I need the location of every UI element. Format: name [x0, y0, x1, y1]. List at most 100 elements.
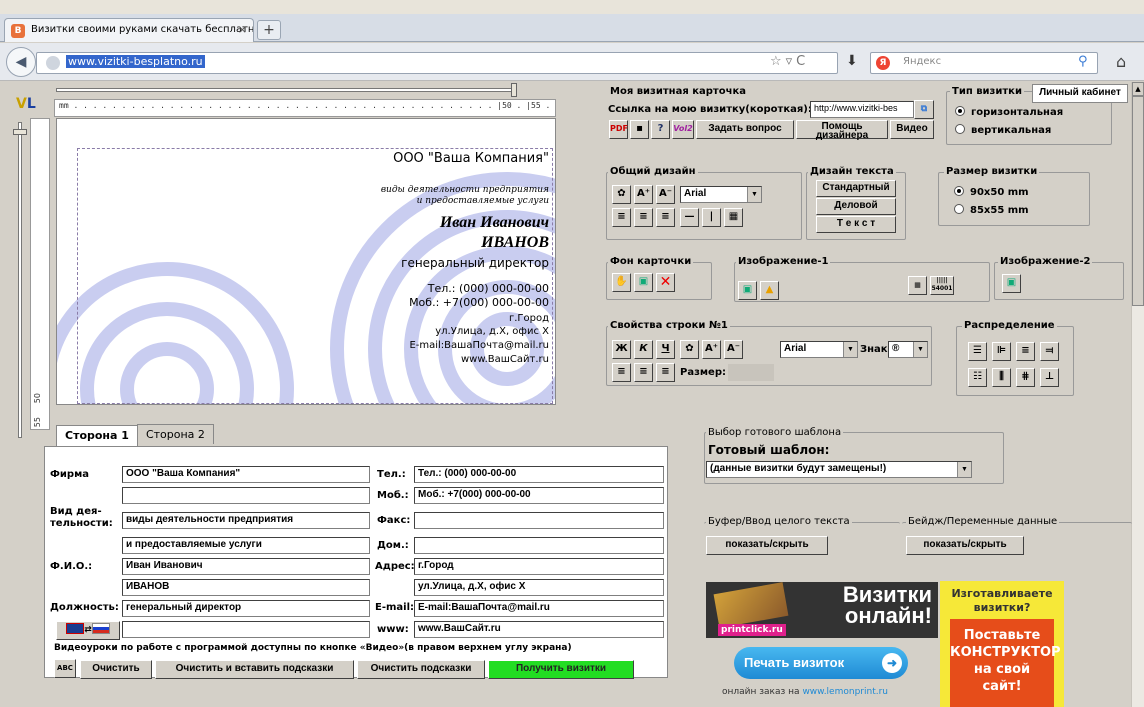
- horizontal-zoom-slider[interactable]: [56, 83, 517, 97]
- card-email[interactable]: E-mail:ВашаПочта@mail.ru: [409, 340, 549, 351]
- tab-side-1[interactable]: Сторона 1: [56, 425, 138, 447]
- spellcheck-icon[interactable]: ABC: [54, 659, 76, 678]
- template-select[interactable]: (данные визитки будут замещены!) ▼: [706, 461, 972, 478]
- grid-icon[interactable]: ▦: [724, 208, 743, 227]
- close-tab-icon[interactable]: ×: [238, 23, 247, 36]
- scroll-thumb[interactable]: [1132, 96, 1144, 306]
- mob-input[interactable]: Моб.: +7(000) 000-00-00: [414, 487, 664, 504]
- vol2-icon[interactable]: Vol2: [672, 120, 694, 139]
- site-identity-icon[interactable]: [46, 56, 60, 70]
- barcode-icon[interactable]: ||||| 54001: [930, 276, 954, 295]
- card-name[interactable]: Иван Иванович: [440, 214, 549, 232]
- card-mob[interactable]: Моб.: +7(000) 000-00-00: [409, 296, 549, 309]
- distribute-top-icon[interactable]: ⊫: [992, 342, 1011, 361]
- activity-input-1[interactable]: виды деятельности предприятия: [122, 512, 370, 529]
- type-vertical-radio[interactable]: вертикальная: [955, 124, 1051, 136]
- bookmark-star-icon[interactable]: ☆▿C: [770, 54, 809, 69]
- distribute-center-icon[interactable]: ≡: [1016, 342, 1035, 361]
- firm-input[interactable]: ООО "Ваша Компания": [122, 466, 370, 483]
- print-cards-ad-button[interactable]: Печать визиток ➜: [734, 647, 908, 679]
- delete-background-icon[interactable]: ✕: [656, 273, 675, 292]
- card-activity[interactable]: виды деятельности предприятия: [381, 185, 549, 195]
- tel-input[interactable]: Тел.: (000) 000-00-00: [414, 466, 664, 483]
- gallery-icon[interactable]: ▲: [760, 281, 779, 300]
- badge-toggle-button[interactable]: показать/скрыть: [906, 536, 1024, 555]
- card-preview[interactable]: ООО "Ваша Компания" виды деятельности пр…: [56, 118, 556, 405]
- www-input[interactable]: www.ВашСайт.ru: [414, 621, 664, 638]
- style-text-button[interactable]: Т е к с т: [816, 216, 896, 233]
- type-horizontal-radio[interactable]: горизонтальная: [955, 106, 1063, 118]
- align-center-icon[interactable]: ≡: [634, 208, 653, 227]
- buffer-toggle-button[interactable]: показать/скрыть: [706, 536, 828, 555]
- video-button[interactable]: Видео: [890, 120, 934, 139]
- scroll-up-icon[interactable]: ▲: [1132, 82, 1144, 96]
- card-position[interactable]: генеральный директор: [401, 256, 549, 270]
- back-button[interactable]: ◀: [6, 47, 36, 77]
- constructor-ad[interactable]: Изготавливаете визитки? Поставьте КОНСТРУК…: [940, 581, 1064, 707]
- horizontal-line-icon[interactable]: —: [680, 208, 699, 227]
- home-phone-input[interactable]: [414, 537, 664, 554]
- card-city[interactable]: г.Город: [509, 313, 549, 324]
- font-smaller-icon[interactable]: A⁻: [656, 185, 675, 204]
- vertical-zoom-slider[interactable]: [13, 122, 27, 438]
- card-street[interactable]: ул.Улица, д.Х, офис Х: [435, 326, 549, 337]
- qr-code-icon[interactable]: ▦: [908, 276, 927, 295]
- designer-help-button[interactable]: Помощь дизайнера: [796, 120, 888, 141]
- email-input[interactable]: E-mail:ВашаПочта@mail.ru: [414, 600, 664, 617]
- clear-button[interactable]: Очистить: [80, 660, 152, 679]
- row-align-left-icon[interactable]: ≡: [612, 363, 631, 382]
- download-icon[interactable]: ⬇: [846, 53, 858, 69]
- font-larger-icon[interactable]: A⁺: [634, 185, 653, 204]
- hand-icon[interactable]: ✋: [612, 273, 631, 292]
- style-business-button[interactable]: Деловой: [816, 198, 896, 215]
- row-align-right-icon[interactable]: ≡: [656, 363, 675, 382]
- fio-input-2[interactable]: ИВАНОВ: [122, 579, 370, 596]
- row-font-select[interactable]: Arial ▼: [780, 341, 858, 358]
- new-tab-button[interactable]: +: [257, 20, 281, 40]
- browser-tab[interactable]: B Визитки своими руками скачать бесплатн…: [4, 18, 254, 42]
- distribute-columns-icon[interactable]: ⫼: [992, 368, 1011, 387]
- size-85x55-radio[interactable]: 85x55 mm: [954, 204, 1029, 216]
- activity-input-2[interactable]: и предоставляемые услуги: [122, 537, 370, 554]
- color-palette-icon[interactable]: ✿: [612, 185, 631, 204]
- row-align-center-icon[interactable]: ≡: [634, 363, 653, 382]
- insert-image-icon[interactable]: ▣: [738, 281, 757, 300]
- row-font-smaller-icon[interactable]: A⁻: [724, 340, 743, 359]
- url-text[interactable]: www.vizitki-besplatno.ru: [66, 55, 205, 68]
- card-surname[interactable]: ИВАНОВ: [481, 234, 549, 252]
- card-site[interactable]: www.ВашСайт.ru: [461, 354, 549, 365]
- card-company[interactable]: ООО "Ваша Компания": [393, 151, 549, 166]
- italic-button[interactable]: К: [634, 340, 653, 359]
- copy-link-icon[interactable]: ⧉: [914, 100, 934, 119]
- save-icon[interactable]: ▪: [630, 120, 649, 139]
- text-color-icon[interactable]: ✿: [680, 340, 699, 359]
- distribute-even-icon[interactable]: ☷: [968, 368, 987, 387]
- ad2-link[interactable]: www.lemonprint.ru: [802, 687, 888, 697]
- fio-input-1[interactable]: Иван Иванович: [122, 558, 370, 575]
- pdf-icon[interactable]: PDF: [609, 120, 628, 139]
- address-input-1[interactable]: г.Город: [414, 558, 664, 575]
- short-link-input[interactable]: http://www.vizitki-bes: [810, 101, 914, 118]
- align-left-icon[interactable]: ≡: [612, 208, 631, 227]
- background-image-icon[interactable]: ▣: [634, 273, 653, 292]
- underline-button[interactable]: Ч: [656, 340, 675, 359]
- page-scrollbar[interactable]: ▲: [1131, 82, 1144, 707]
- slider-handle[interactable]: [13, 129, 27, 135]
- clear-and-insert-hints-button[interactable]: Очистить и вставить подсказки: [155, 660, 354, 679]
- bold-button[interactable]: Ж: [612, 340, 631, 359]
- firm-input-2[interactable]: [122, 487, 370, 504]
- home-icon[interactable]: ⌂: [1116, 52, 1126, 71]
- ask-question-button[interactable]: Задать вопрос: [696, 120, 794, 139]
- insert-image2-icon[interactable]: ▣: [1002, 274, 1021, 293]
- fax-input[interactable]: [414, 512, 664, 529]
- card-tel[interactable]: Тел.: (000) 000-00-00: [428, 282, 549, 295]
- size-90x50-radio[interactable]: 90x50 mm: [954, 186, 1029, 198]
- get-cards-button[interactable]: Получить визитки: [488, 660, 634, 679]
- slider-handle[interactable]: [511, 83, 517, 97]
- font-select[interactable]: Arial ▼: [680, 186, 762, 203]
- distribute-left-icon[interactable]: ☰: [968, 342, 987, 361]
- sign-select[interactable]: ® ▼: [888, 341, 928, 358]
- search-input[interactable]: Я Яндекс: [870, 52, 1098, 74]
- size-input[interactable]: [728, 364, 774, 381]
- address-input-2[interactable]: ул.Улица, д.Х, офис Х: [414, 579, 664, 596]
